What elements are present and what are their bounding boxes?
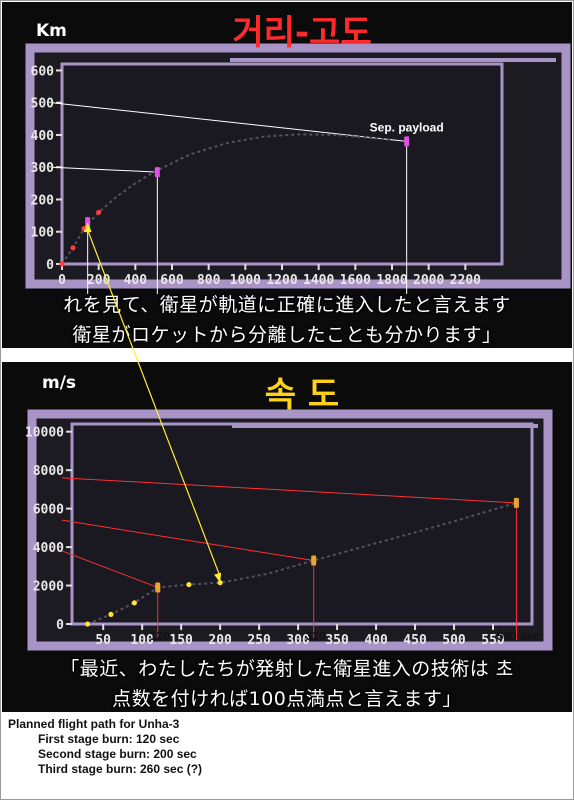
y-tick-label: 0 [56, 618, 64, 633]
y-tick-label: 10000 [25, 426, 64, 441]
marker-label: 120 [150, 629, 170, 643]
chart-title: 속 도 [265, 375, 339, 415]
caption-title: Planned flight path for Unha-3 [8, 717, 180, 731]
chart-title: 거리-고도 [232, 13, 371, 53]
y-axis-label: Km [36, 21, 67, 41]
marker-label: 580 sec [497, 629, 541, 643]
event-marker [155, 582, 161, 593]
trajectory-point [217, 580, 223, 586]
x-tick-label: 800 [197, 273, 221, 288]
caption-stage-3: Third stage burn: 260 sec (?) [38, 762, 203, 776]
y-tick-label: 200 [31, 193, 55, 208]
y-tick-label: 600 [31, 64, 55, 79]
event-marker [513, 497, 519, 508]
x-tick-label: 200 [208, 633, 232, 648]
y-tick-label: 400 [31, 129, 55, 144]
x-tick-label: 600 [160, 273, 184, 288]
y-tick-label: 8000 [33, 464, 64, 479]
trajectory-point [96, 209, 102, 215]
x-tick-label: 400 [124, 273, 148, 288]
y-tick-label: 300 [31, 161, 55, 176]
trajectory-point [131, 600, 137, 606]
subtitle-line-3: 「最近、わたしたちが発射した衛星進入の技術は 초 [60, 658, 514, 680]
event-marker [311, 555, 317, 566]
x-tick-label: 2200 [450, 273, 481, 288]
trajectory-point [84, 621, 91, 627]
x-tick-label: 200 [87, 273, 111, 288]
marker-label: Sep. payload [370, 120, 444, 134]
y-tick-label: 6000 [33, 503, 64, 518]
y-tick-label: 500 [31, 97, 55, 112]
x-tick-label: 2000 [413, 273, 444, 288]
marker-label: 320 [306, 629, 326, 643]
y-tick-label: 100 [31, 226, 55, 241]
trajectory-point [59, 261, 65, 267]
y-tick-label: 2000 [33, 580, 64, 595]
x-tick-label: 50 [95, 633, 111, 648]
x-tick-label: 1200 [266, 273, 297, 288]
trajectory-point [186, 581, 192, 588]
x-tick-label: 1600 [340, 273, 371, 288]
x-tick-label: 150 [169, 633, 193, 648]
event-marker [404, 136, 410, 147]
x-tick-label: 500 [442, 633, 466, 648]
x-tick-label: 250 [247, 633, 271, 648]
velocity-panel: 속 도 m/s 0 2000 4000 6000 8000 10000 50 100 150 200 2… [2, 362, 572, 712]
x-tick-label: 1400 [303, 273, 334, 288]
caption: Planned flight path for Unha-3 First sta… [8, 717, 202, 777]
event-marker [85, 217, 91, 228]
x-tick-label: 400 [364, 633, 388, 648]
event-marker [154, 167, 160, 178]
subtitle-line-1: れを見て、衛星が軌道に正確に進入したと言えます [63, 294, 511, 316]
y-tick-label: 4000 [33, 541, 64, 556]
subtitle-line-4: 点数を付ければ100点満点と言えます」 [112, 688, 462, 710]
trajectory-point [70, 245, 76, 251]
plot-area [70, 422, 534, 626]
x-tick-label: 1800 [376, 273, 407, 288]
x-tick-label: 450 [403, 633, 427, 648]
x-tick-label: 0 [58, 273, 66, 288]
subtitle-line-2: 衛星がロケットから分離したことも分かります」 [72, 324, 502, 346]
distance-altitude-panel: 거리-고도 Km 0 100 200 300 400 500 600 0 200 400 600 800 1… [2, 2, 572, 348]
x-tick-label: 350 [325, 633, 349, 648]
plot-area [60, 62, 504, 266]
y-tick-label: 0 [46, 258, 54, 273]
caption-stage-1: First stage burn: 120 sec [38, 732, 180, 746]
trajectory-point [108, 611, 114, 617]
y-axis-label: m/s [42, 373, 76, 393]
caption-stage-2: Second stage burn: 200 sec [38, 747, 197, 761]
x-tick-label: 1000 [230, 273, 261, 288]
